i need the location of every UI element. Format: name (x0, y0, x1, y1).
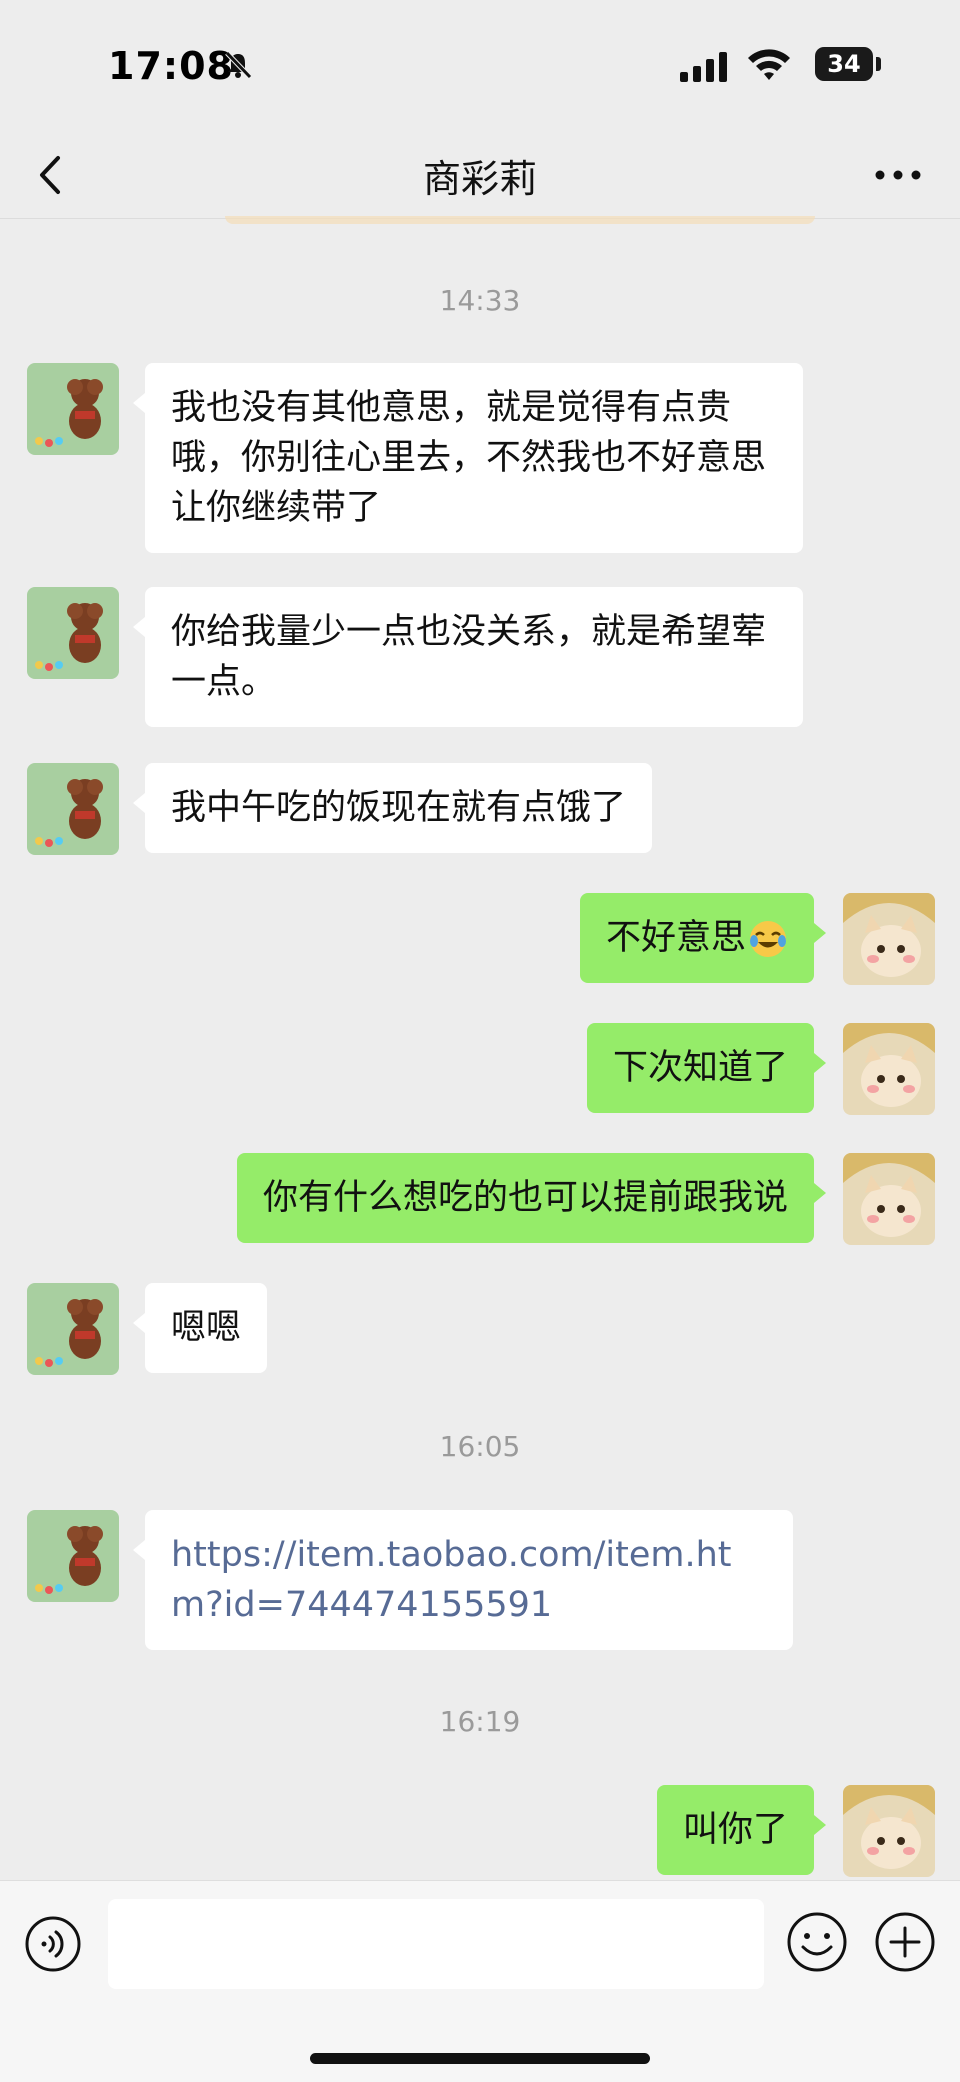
poodle-icon (27, 363, 119, 455)
timestamp: 16:19 (439, 1705, 521, 1738)
message-link[interactable]: https://item.taobao.com/item.htm?id=7444… (171, 1535, 731, 1625)
bell-mute-icon (225, 51, 252, 79)
input-bar (0, 1880, 960, 2082)
battery-indicator: 34 (815, 47, 873, 81)
poodle-icon (27, 1510, 119, 1602)
my-avatar[interactable] (843, 1023, 935, 1115)
voice-input-icon[interactable] (24, 1915, 82, 1973)
chat-header: 商彩莉 (0, 130, 960, 219)
more-options-icon[interactable] (872, 160, 924, 190)
add-attachment-icon[interactable] (874, 1911, 936, 1973)
message-bubble-incoming[interactable]: 我也没有其他意思，就是觉得有点贵哦，你别往心里去，不然我也不好意思让你继续带了 (133, 363, 803, 553)
message-input[interactable] (108, 1899, 764, 1989)
timestamp: 14:33 (439, 284, 521, 317)
poodle-icon (27, 587, 119, 679)
kitten-icon (843, 1153, 935, 1245)
poodle-icon (27, 1283, 119, 1375)
timestamp: 16:05 (439, 1430, 521, 1463)
poodle-icon (27, 763, 119, 855)
my-avatar[interactable] (843, 893, 935, 985)
message-bubble-outgoing[interactable]: 下次知道了 (586, 1023, 827, 1113)
status-bar: 17:08 34 (0, 0, 960, 130)
contact-avatar[interactable] (27, 587, 119, 679)
kitten-icon (843, 1023, 935, 1115)
my-avatar[interactable] (843, 1785, 935, 1877)
message-bubble-incoming[interactable]: https://item.taobao.com/item.htm?id=7444… (133, 1510, 793, 1650)
contact-avatar[interactable] (27, 1283, 119, 1375)
pinned-banner-edge (225, 216, 815, 224)
message-bubble-outgoing[interactable]: 不好意思 (579, 893, 827, 983)
kitten-icon (843, 893, 935, 985)
contact-avatar[interactable] (27, 363, 119, 455)
message-bubble-outgoing[interactable]: 你有什么想吃的也可以提前跟我说 (236, 1153, 827, 1243)
status-time: 17:08 (108, 44, 234, 88)
cellular-signal-icon (680, 52, 727, 82)
contact-avatar[interactable] (27, 763, 119, 855)
message-bubble-outgoing[interactable]: 叫你了 (656, 1785, 827, 1875)
contact-avatar[interactable] (27, 1510, 119, 1602)
my-avatar[interactable] (843, 1153, 935, 1245)
battery-cap (876, 57, 881, 71)
home-indicator[interactable] (310, 2053, 650, 2064)
kitten-icon (843, 1785, 935, 1877)
message-bubble-incoming[interactable]: 嗯嗯 (132, 1283, 268, 1373)
tears-of-joy-emoji-icon (750, 921, 786, 957)
message-bubble-incoming[interactable]: 你给我量少一点也没关系，就是希望荤一点。 (133, 587, 803, 727)
chat-title: 商彩莉 (422, 157, 537, 201)
message-text: 不好意思 (605, 918, 746, 958)
wifi-icon (748, 49, 790, 80)
emoji-picker-icon[interactable] (786, 1911, 848, 1973)
message-bubble-incoming[interactable]: 我中午吃的饭现在就有点饿了 (132, 763, 653, 853)
